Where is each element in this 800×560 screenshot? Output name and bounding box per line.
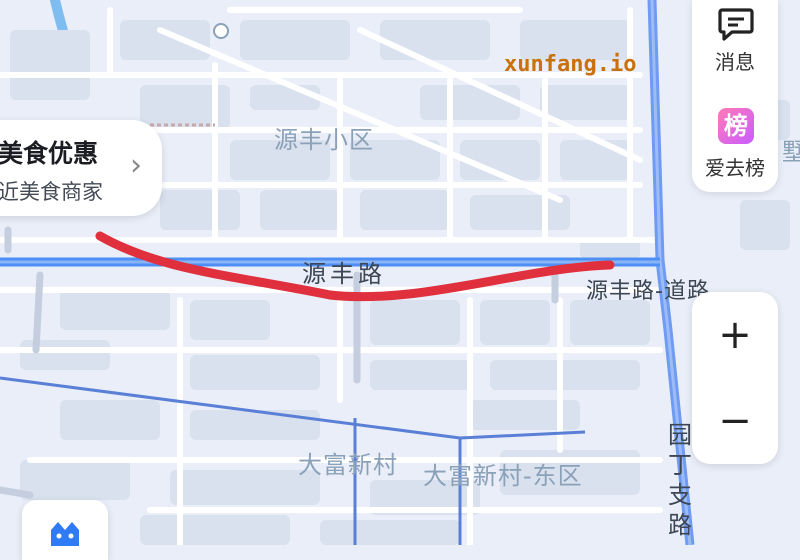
promo-subtitle: 近美食商家 [0, 180, 103, 204]
zoom-control: + − [692, 292, 778, 464]
promo-card[interactable]: 美食优惠 近美食商家 › [0, 120, 162, 216]
minus-icon: − [718, 398, 752, 444]
chevron-right-icon: › [130, 148, 142, 183]
side-panel: 消息 榜 爱去榜 [692, 0, 778, 192]
district-label: 源丰小区 [274, 126, 374, 154]
district-label: 大富新村-东区 [423, 462, 583, 490]
navigation-button[interactable] [22, 500, 108, 560]
rank-label: 爱去榜 [705, 156, 765, 180]
rank-badge-text: 榜 [718, 108, 754, 144]
zoom-in-button[interactable]: + [692, 292, 778, 378]
rank-badge-icon: 榜 [716, 108, 756, 144]
district-label: 大富新村 [298, 451, 398, 479]
district-label: 墅 [782, 138, 800, 166]
rank-button[interactable]: 榜 爱去榜 [692, 96, 778, 186]
road-label: 园丁支路 [668, 421, 693, 539]
plus-icon: + [718, 312, 752, 358]
message-button[interactable]: 消息 [692, 0, 778, 88]
message-label: 消息 [715, 50, 755, 74]
message-icon [716, 6, 756, 42]
road-label: 源丰路 [302, 260, 386, 288]
zoom-out-button[interactable]: − [692, 378, 778, 464]
watermark: xunfang.io [504, 52, 637, 77]
navigation-icon [48, 520, 82, 546]
promo-title: 美食优惠 [0, 139, 99, 168]
location-marker[interactable] [213, 23, 229, 39]
